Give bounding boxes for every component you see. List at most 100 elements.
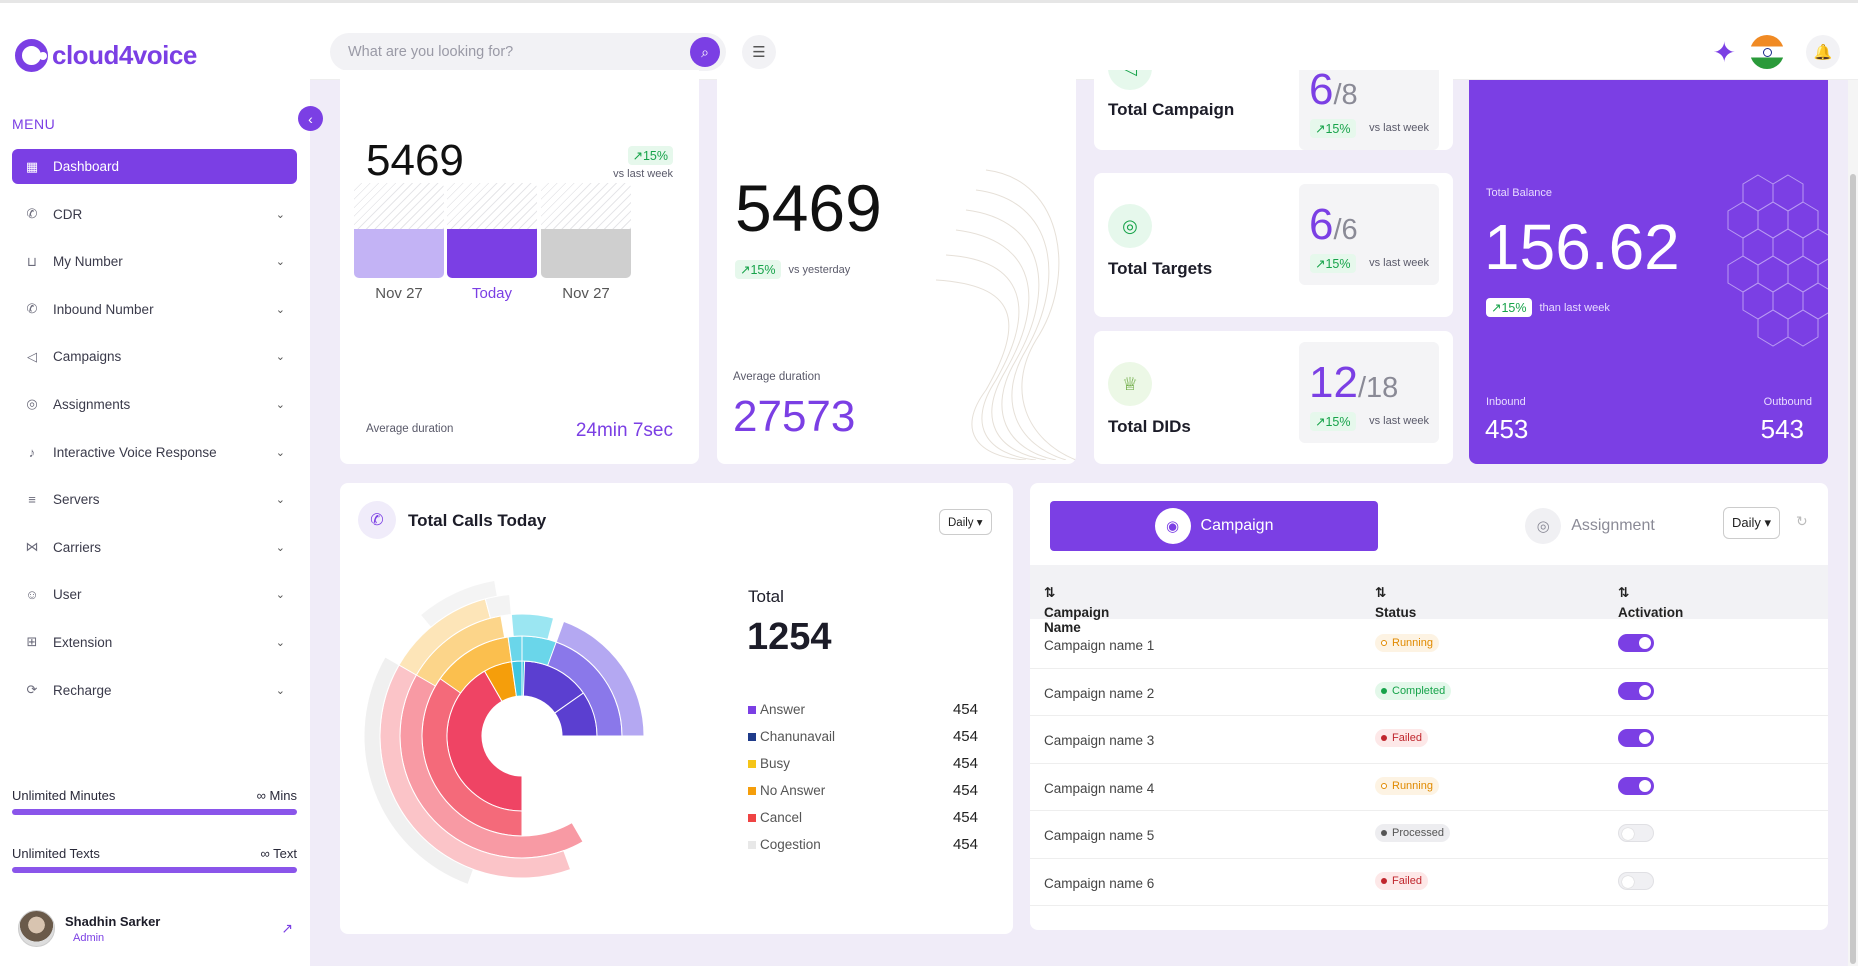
sidebar-item-campaigns[interactable]: ◁ Campaigns ⌄ bbox=[12, 339, 297, 374]
activation-toggle[interactable] bbox=[1618, 776, 1654, 795]
legend-item: No Answer 454 bbox=[748, 782, 978, 799]
chevron-down-icon[interactable]: ⌄ bbox=[276, 398, 285, 411]
sidebar-item-extension[interactable]: ⊞ Extension ⌄ bbox=[12, 625, 297, 660]
sidebar-item-assignments[interactable]: ◎ Assignments ⌄ bbox=[12, 387, 297, 422]
logo[interactable]: cloud4voice bbox=[15, 39, 197, 72]
chevron-down-icon[interactable]: ⌄ bbox=[276, 684, 285, 697]
sidebar-item-carriers[interactable]: ⋈ Carriers ⌄ bbox=[12, 530, 297, 565]
status-dot bbox=[1381, 877, 1387, 884]
avg-duration-label: Average duration bbox=[733, 371, 821, 383]
chevron-down-icon: ▾ bbox=[976, 517, 983, 529]
scrollbar[interactable] bbox=[1848, 80, 1858, 966]
megaphone-icon: ◁ bbox=[1108, 70, 1152, 90]
toggle-knob bbox=[1639, 684, 1651, 697]
table-row[interactable]: Campaign name 4 Running bbox=[1030, 764, 1828, 811]
col-status[interactable]: Status ⇅ bbox=[1375, 585, 1416, 620]
filter-icon[interactable]: ☰ bbox=[742, 35, 776, 69]
status-badge: Failed bbox=[1375, 871, 1428, 890]
sidebar-item-dashboard[interactable]: ▦ Dashboard bbox=[12, 149, 297, 184]
sparkle-icon[interactable]: ✦ bbox=[1713, 36, 1736, 69]
table-row[interactable]: Campaign name 5 Processed bbox=[1030, 811, 1828, 859]
col-campaign-name[interactable]: Campaign Name ⇅ bbox=[1044, 585, 1109, 635]
user-profile[interactable]: Shadhin Sarker Admin ↗ bbox=[18, 910, 293, 947]
balance-label: Total Balance bbox=[1486, 187, 1553, 199]
sidebar-item-cdr[interactable]: ✆ CDR ⌄ bbox=[12, 197, 297, 232]
grid-icon: ▦ bbox=[25, 158, 39, 174]
chevron-down-icon[interactable]: ⌄ bbox=[276, 493, 285, 506]
activation-toggle[interactable] bbox=[1618, 681, 1654, 700]
table-row[interactable]: Campaign name 6 Failed bbox=[1030, 859, 1828, 906]
megaphone-icon: ◉ bbox=[1154, 508, 1191, 544]
sidebar-item-label: Interactive Voice Response bbox=[53, 444, 217, 460]
target-icon: ◎ bbox=[26, 396, 38, 412]
activation-toggle[interactable] bbox=[1618, 729, 1654, 747]
status-dot bbox=[1381, 830, 1387, 836]
sidebar-item-label: Extension bbox=[53, 634, 113, 650]
cart-icon: ⊔ bbox=[26, 253, 38, 269]
activation-toggle[interactable] bbox=[1618, 634, 1654, 652]
sidebar-item-user[interactable]: ☺ User ⌄ bbox=[12, 577, 297, 612]
stat-card[interactable]: ♕ Total DIDs 12/18 ↗15% vs last week bbox=[1094, 331, 1453, 464]
day-bar-label: Nov 27 bbox=[562, 285, 610, 302]
sidebar-item-recharge[interactable]: ⟳ Recharge ⌄ bbox=[12, 673, 297, 708]
chevron-down-icon[interactable]: ⌄ bbox=[276, 636, 285, 649]
stat-card[interactable]: ◁ Total Campaign 6/8 ↗15% vs last week bbox=[1094, 70, 1453, 150]
legend-label: Answer bbox=[760, 702, 806, 717]
outbound-value: 543 bbox=[1760, 414, 1804, 444]
growth-note: vs last week bbox=[613, 168, 673, 180]
table-row[interactable]: Campaign name 1 Running bbox=[1030, 621, 1828, 669]
period-dropdown[interactable]: Daily ▾ bbox=[939, 509, 992, 535]
period-dropdown[interactable]: Daily ▾ bbox=[1723, 507, 1781, 539]
table-row[interactable]: Campaign name 3 Failed bbox=[1030, 716, 1828, 764]
day-bar bbox=[447, 183, 537, 278]
campaign-name: Campaign name 6 bbox=[1044, 875, 1155, 891]
search-icon[interactable]: ⌕ bbox=[690, 37, 720, 67]
search-input[interactable]: What are you looking for? bbox=[330, 33, 726, 71]
sidebar-item-inbound-number[interactable]: ✆ Inbound Number ⌄ bbox=[12, 292, 297, 327]
sidebar-item-servers[interactable]: ≡ Servers ⌄ bbox=[12, 482, 297, 517]
activation-toggle[interactable] bbox=[1618, 824, 1654, 842]
stat-card[interactable]: ◎ Total Targets 6/6 ↗15% vs last week bbox=[1094, 173, 1453, 317]
legend-item: Cogestion 454 bbox=[748, 836, 978, 853]
usage-bar bbox=[12, 867, 297, 873]
legend-item: Answer 454 bbox=[748, 701, 978, 718]
usage-label: Unlimited Texts bbox=[12, 846, 100, 861]
stat-title: Total Targets bbox=[1108, 259, 1213, 278]
india-flag-icon[interactable] bbox=[1750, 35, 1784, 69]
tab-assignment[interactable]: ◎ Assignment bbox=[1470, 501, 1710, 551]
network-icon: ⋈ bbox=[25, 539, 39, 555]
logo-icon bbox=[15, 39, 48, 72]
legend-item: Cancel 454 bbox=[748, 809, 978, 826]
sidebar-item-my-number[interactable]: ⊔ My Number ⌄ bbox=[12, 244, 297, 279]
chevron-down-icon[interactable]: ⌄ bbox=[276, 350, 285, 363]
status-dot bbox=[1381, 735, 1387, 741]
sidebar-item-interactive-voice-response[interactable]: ♪ Interactive Voice Response ⌄ bbox=[12, 435, 297, 470]
sidebar-item-label: CDR bbox=[53, 206, 83, 222]
sidebar-item-label: My Number bbox=[53, 254, 123, 270]
chevron-down-icon[interactable]: ⌄ bbox=[276, 208, 285, 221]
chevron-down-icon[interactable]: ⌄ bbox=[276, 446, 285, 459]
tab-campaign[interactable]: ◉ Campaign bbox=[1050, 501, 1378, 551]
scrollbar-thumb[interactable] bbox=[1850, 174, 1856, 964]
col-activation[interactable]: Activation ⇅ bbox=[1618, 585, 1683, 620]
open-profile-icon[interactable]: ↗ bbox=[281, 920, 293, 937]
stat-denominator: 6 bbox=[1341, 214, 1358, 246]
chevron-down-icon[interactable]: ⌄ bbox=[276, 588, 285, 601]
collapse-sidebar-button[interactable]: ‹ bbox=[298, 106, 323, 131]
calls-week-card: 5469 ↗15% vs last week Nov 27 Today Nov 27… bbox=[340, 70, 699, 464]
chevron-down-icon[interactable]: ⌄ bbox=[276, 255, 285, 268]
refresh-icon[interactable]: ↻ bbox=[1796, 513, 1808, 530]
legend-value: 454 bbox=[952, 782, 978, 799]
profile-role: Admin bbox=[73, 931, 105, 944]
table-row[interactable]: Campaign name 2 Completed bbox=[1030, 669, 1828, 716]
sidebar-item-label: Recharge bbox=[53, 682, 112, 698]
sidebar-nav: ▦ Dashboard ✆ CDR ⌄ ⊔ My Number ⌄ ✆ Inbound N… bbox=[12, 149, 297, 720]
bell-icon[interactable]: 🔔 bbox=[1806, 35, 1840, 69]
day-bar-fill bbox=[447, 228, 537, 278]
chevron-down-icon[interactable]: ⌄ bbox=[276, 541, 285, 554]
chevron-down-icon[interactable]: ⌄ bbox=[276, 303, 285, 316]
user-icon: ☺ bbox=[25, 587, 39, 603]
stat-title: Total DIDs bbox=[1108, 417, 1191, 436]
activation-toggle[interactable] bbox=[1618, 871, 1654, 890]
growth-badge: ↗15% bbox=[1486, 298, 1532, 317]
